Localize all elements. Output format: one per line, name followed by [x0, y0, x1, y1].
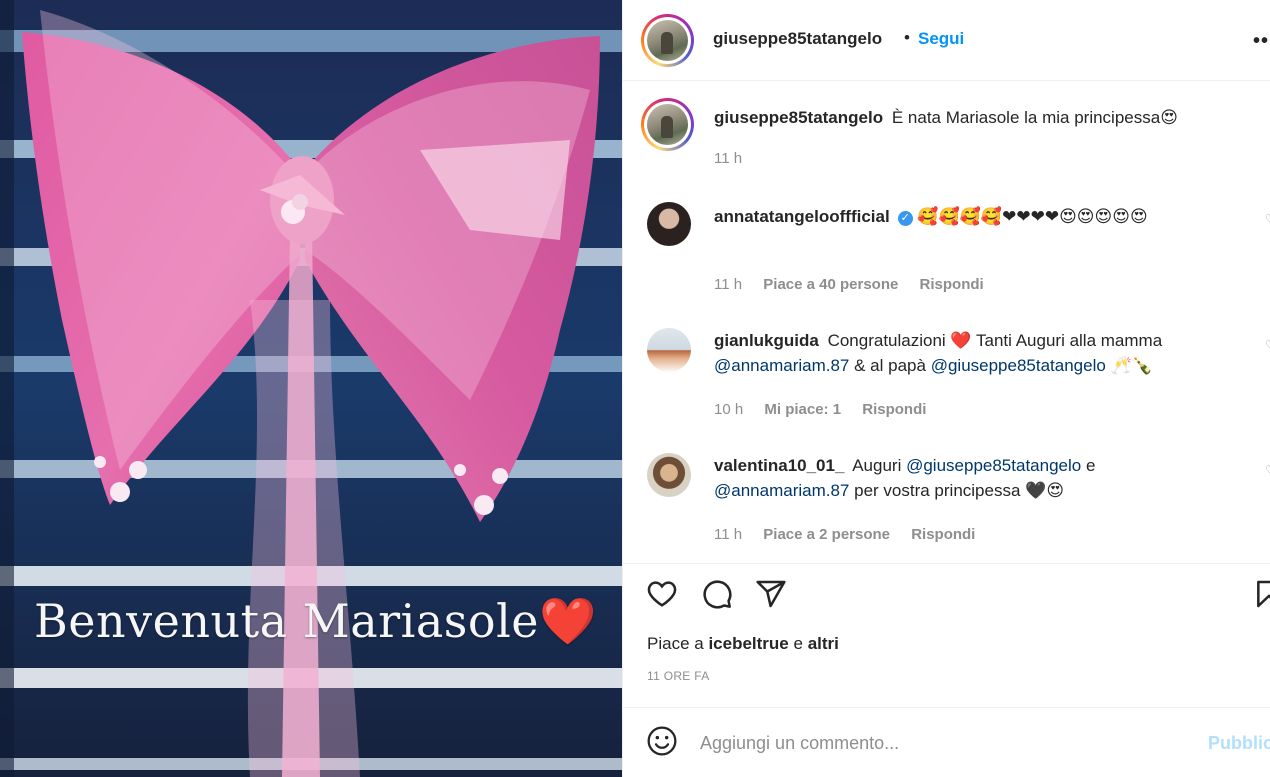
commenter-avatar[interactable] — [647, 202, 691, 246]
reply-button[interactable]: Rispondi — [911, 526, 975, 543]
comment-emoji: 🥂🍾 — [1110, 356, 1153, 376]
mention-link[interactable]: @giuseppe85tatangelo — [931, 356, 1106, 375]
comment-input[interactable] — [700, 730, 1170, 756]
caption-emoji: 😍 — [1160, 108, 1178, 128]
caption-time[interactable]: 11 h — [714, 150, 742, 167]
reply-button[interactable]: Rispondi — [862, 401, 926, 418]
caption-username[interactable]: giuseppe85tatangelo — [714, 108, 883, 127]
comment-like-icon[interactable]: ♡ — [1265, 338, 1270, 352]
mention-link[interactable]: @giuseppe85tatangelo — [906, 456, 1081, 475]
comment-likes[interactable]: Mi piace: 1 — [764, 401, 841, 418]
mention-link[interactable]: @annamariam.87 — [714, 481, 849, 500]
comment-username[interactable]: valentina10_01_ — [714, 456, 844, 475]
likes-user-link[interactable]: icebeltrue — [708, 634, 788, 653]
comment-like-icon[interactable]: ♡ — [1265, 212, 1270, 226]
likes-and: e — [793, 634, 803, 653]
comment-time[interactable]: 11 h — [714, 276, 742, 293]
commenter-avatar[interactable] — [647, 328, 691, 372]
comment-item: valentina10_01_ Auguri @giuseppe85tatang… — [623, 451, 1270, 561]
comment-text-part: & al papà — [854, 356, 926, 375]
comment-text-block: valentina10_01_ Auguri @giuseppe85tatang… — [714, 453, 1254, 504]
post-timestamp[interactable]: 11 ORE FA — [647, 669, 710, 683]
header-separator: • — [904, 28, 910, 47]
share-icon[interactable] — [755, 578, 787, 610]
comment-username[interactable]: annatatangelooffficial — [714, 207, 890, 226]
comment-text-part: per vostra principessa — [854, 481, 1021, 500]
post-photo-illustration — [0, 0, 622, 777]
reply-button[interactable]: Rispondi — [920, 276, 984, 293]
add-comment-bar: Pubblica — [623, 707, 1270, 777]
comment-username[interactable]: gianlukguida — [714, 331, 819, 350]
heart-emoji: ❤️ — [539, 594, 597, 648]
comment-text-part: Auguri — [852, 456, 902, 475]
comment-text-part: e — [1085, 456, 1096, 475]
comment-text-block: gianlukguida Congratulazioni ❤️ Tanti Au… — [714, 328, 1254, 379]
publish-button[interactable]: Pubblica — [1208, 733, 1270, 754]
commenter-avatar[interactable] — [647, 453, 691, 497]
comment-emoji: 🖤😍 — [1025, 481, 1065, 501]
comment-text-block: annatatangelooffficial ✓ 🥰🥰🥰🥰❤❤❤❤😍😍😍😍😍 — [714, 204, 1254, 230]
comment-text: 🥰🥰🥰🥰❤❤❤❤😍😍😍😍😍 — [917, 207, 1148, 227]
comment-time[interactable]: 10 h — [714, 401, 743, 418]
more-options-icon[interactable]: •• — [1253, 30, 1269, 53]
bookmark-icon[interactable] — [1253, 578, 1270, 610]
caption-meta: 11 h — [714, 150, 759, 167]
comment-like-icon[interactable]: ♡ — [1265, 463, 1270, 477]
comment-meta: 11 h Piace a 2 persone Rispondi — [714, 526, 992, 543]
heart-icon[interactable] — [646, 578, 678, 610]
mention-link[interactable]: @annamariam.87 — [714, 356, 849, 375]
post-caption: giuseppe85tatangelo È nata Mariasole la … — [623, 98, 1270, 178]
likes-others-link[interactable]: altri — [808, 634, 839, 653]
comment-time[interactable]: 11 h — [714, 526, 742, 543]
comment-icon[interactable] — [701, 578, 733, 610]
author-avatar[interactable] — [641, 14, 694, 67]
comment-likes[interactable]: Piace a 40 persone — [763, 276, 898, 293]
post-side-panel: giuseppe85tatangelo • Segui •• giuseppe8… — [622, 0, 1270, 777]
comment-meta: 11 h Piace a 40 persone Rispondi — [714, 276, 1001, 293]
comment-likes[interactable]: Piace a 2 persone — [763, 526, 890, 543]
photo-caption-text: Benvenuta Mariasole — [34, 594, 540, 648]
photo-caption: Benvenuta Mariasole❤️ — [34, 594, 597, 649]
post-image[interactable]: Benvenuta Mariasole❤️ — [0, 0, 622, 777]
comment-item: annatatangelooffficial ✓ 🥰🥰🥰🥰❤❤❤❤😍😍😍😍😍 11… — [623, 200, 1270, 310]
follow-button[interactable]: Segui — [918, 29, 964, 49]
caption-author-avatar[interactable] — [641, 98, 694, 151]
post-header: giuseppe85tatangelo • Segui •• — [623, 0, 1270, 81]
emoji-icon[interactable] — [646, 725, 678, 757]
likes-summary[interactable]: Piace a icebeltrue e altri — [647, 634, 839, 654]
author-username[interactable]: giuseppe85tatangelo — [713, 29, 882, 49]
comment-meta: 10 h Mi piace: 1 Rispondi — [714, 401, 943, 418]
post-actions: Piace a icebeltrue e altri 11 ORE FA — [623, 563, 1270, 713]
caption-text: È nata Mariasole la mia principessa — [891, 108, 1161, 127]
caption-text-block: giuseppe85tatangelo È nata Mariasole la … — [714, 105, 1254, 131]
comment-text-part: Congratulazioni ❤️ Tanti Auguri alla mam… — [827, 331, 1163, 350]
verified-badge-icon: ✓ — [897, 211, 913, 226]
comment-item: gianlukguida Congratulazioni ❤️ Tanti Au… — [623, 326, 1270, 436]
likes-prefix: Piace a — [647, 634, 704, 653]
